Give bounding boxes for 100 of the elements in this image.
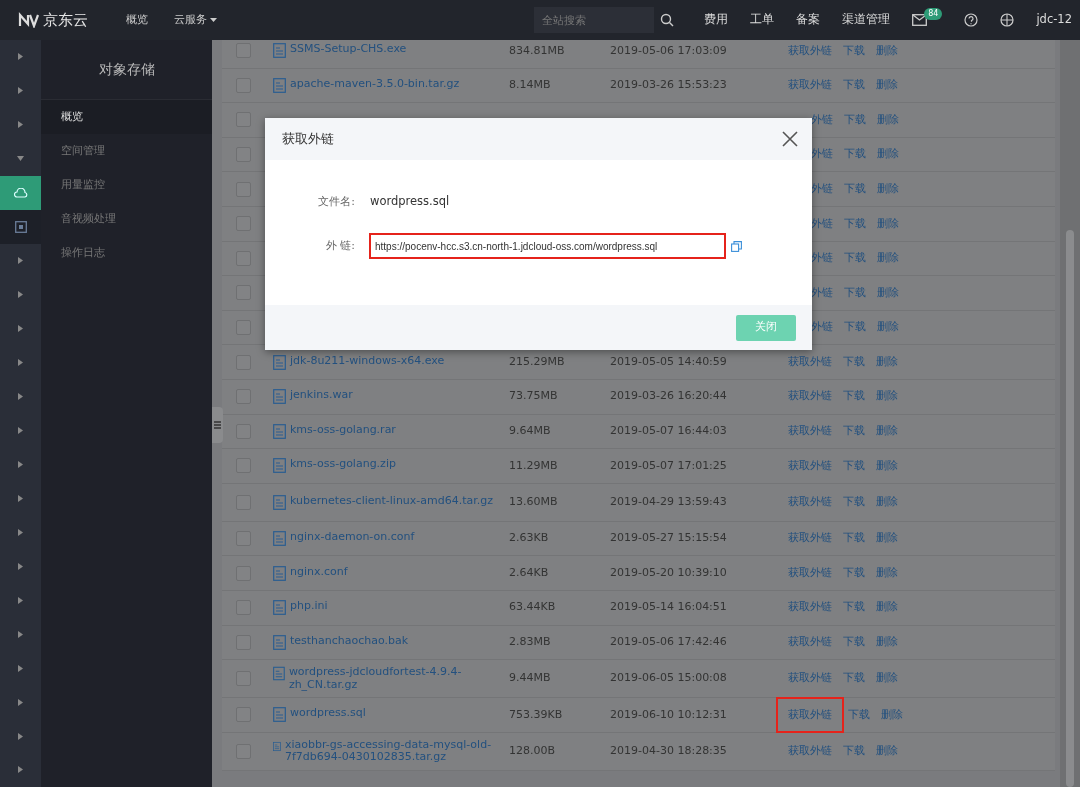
action-link[interactable]: 下载 [843,420,865,443]
action-link[interactable]: 获取外链 [788,385,832,408]
file-link[interactable]: kms-oss-golang.rar [290,423,396,437]
action-link[interactable]: 下载 [844,316,867,339]
sidebar-item[interactable]: 音视频处理 [41,202,212,236]
action-link[interactable]: 获取外链 [788,561,832,585]
chevron-right-icon[interactable] [18,528,23,536]
nav-rail-item[interactable] [0,175,41,210]
action-link[interactable]: 删除 [877,143,900,166]
chevron-right-icon[interactable] [18,87,23,95]
nav-link[interactable]: 概览 [126,11,148,29]
chevron-down-icon[interactable] [17,156,24,162]
action-link[interactable]: 删除 [876,667,898,690]
action-link[interactable]: 删除 [876,527,898,550]
search-button[interactable] [660,13,675,27]
action-link[interactable]: 获取外链 [788,739,832,763]
close-button[interactable]: 关闭 [736,314,796,341]
chevron-right-icon[interactable] [18,596,23,604]
action-link[interactable]: 删除 [881,703,903,727]
action-link[interactable]: 删除 [876,385,898,408]
action-link[interactable]: 下载 [843,561,865,585]
file-link[interactable]: jenkins.war [290,389,353,402]
action-link[interactable]: 删除 [876,420,898,443]
action-link[interactable]: 下载 [844,177,867,201]
chevron-right-icon[interactable] [18,53,23,61]
file-link[interactable]: php.ini [290,600,328,613]
nav-link[interactable]: 云服务 [174,11,219,29]
chevron-right-icon[interactable] [18,460,23,468]
chevron-right-icon[interactable] [18,121,23,129]
chevron-right-icon[interactable] [18,630,23,638]
action-link[interactable]: 删除 [876,74,898,97]
file-link[interactable]: testhanchaochao.bak [290,634,409,648]
chevron-right-icon[interactable] [18,325,23,333]
action-link[interactable]: 获取外链 [788,454,832,478]
url-field[interactable]: https://pocenv-hcc.s3.cn-north-1.jdcloud-oss.com/wordpress.sql [370,234,725,258]
action-link[interactable]: 获取外链 [788,596,832,619]
action-link[interactable]: 下载 [843,596,865,619]
action-link[interactable]: 获取外链 [788,490,832,514]
chevron-right-icon[interactable] [18,766,23,774]
chevron-right-icon[interactable] [18,291,23,299]
nav-link[interactable]: 费用 [704,11,729,29]
action-link[interactable]: 删除 [876,561,898,585]
action-link[interactable]: 获取外链 [788,350,832,374]
nav-link[interactable]: 备案 [796,11,821,29]
file-link[interactable]: jdk-8u211-windows-x64.exe [290,354,445,368]
help-button[interactable] [964,13,979,27]
action-link[interactable]: 获取外链 [788,420,832,443]
action-link[interactable]: 删除 [876,490,898,514]
action-link[interactable]: 删除 [877,247,900,270]
file-link[interactable]: kms-oss-golang.zip [290,458,396,472]
language-button[interactable] [1000,13,1015,27]
chevron-right-icon[interactable] [18,562,23,570]
nav-link[interactable]: 渠道管理 [842,11,891,29]
action-link[interactable]: 下载 [843,667,865,690]
file-link[interactable]: SSMS-Setup-CHS.exe [290,43,407,56]
chevron-right-icon[interactable] [18,359,23,367]
file-link[interactable]: nginx.conf [290,565,348,579]
sidebar-item[interactable]: 用量监控 [41,168,212,202]
action-link[interactable]: 删除 [877,177,900,201]
action-link[interactable]: 下载 [844,212,867,235]
mail-button[interactable] [912,14,928,26]
action-link[interactable]: 删除 [876,454,898,478]
action-link[interactable]: 删除 [877,281,900,305]
chevron-right-icon[interactable] [18,664,23,672]
action-link[interactable]: 下载 [843,40,865,63]
action-link[interactable]: 删除 [877,212,900,235]
chevron-right-icon[interactable] [18,426,23,434]
user-menu[interactable]: jdc-12 [1036,11,1072,29]
file-link[interactable]: wordpress-jdcloudfortest-4.9.4-zh_CN.tar.gz [288,665,509,692]
action-link[interactable]: 下载 [843,490,865,514]
action-link[interactable]: 删除 [876,631,898,654]
copy-button[interactable] [731,240,742,252]
sidebar-item[interactable]: 概览 [41,100,212,134]
action-link[interactable]: 下载 [844,247,867,270]
action-link[interactable]: 下载 [843,350,865,374]
action-link[interactable]: 获取外链 [788,74,832,97]
action-link[interactable]: 删除 [876,739,898,763]
action-link[interactable]: 删除 [876,350,898,374]
file-link[interactable]: xiaobbr-gs-accessing-data-mysql-old-7f7db694-0430102835.tar.gz [284,738,509,764]
action-link[interactable]: 删除 [877,316,900,339]
file-link[interactable]: nginx-daemon-on.conf [290,531,415,544]
search-field[interactable]: 全站搜索 [534,7,655,33]
action-link[interactable]: 下载 [844,108,867,132]
nav-link[interactable]: 工单 [750,11,775,29]
action-link[interactable]: 删除 [877,108,900,132]
sidebar-item[interactable]: 空间管理 [41,134,212,168]
action-link[interactable]: 下载 [844,281,867,305]
action-link[interactable]: 下载 [843,385,865,408]
action-link[interactable]: 删除 [876,40,898,63]
collapse-handle[interactable] [212,407,223,443]
action-link[interactable]: 下载 [843,454,865,478]
chevron-right-icon[interactable] [18,393,23,400]
action-link[interactable]: 获取外链 [788,631,832,654]
nav-rail-item[interactable] [0,209,41,244]
file-link[interactable]: wordpress.sql [290,707,366,721]
scrollbar-thumb[interactable] [1066,230,1074,787]
action-link[interactable]: 下载 [843,527,865,550]
chevron-right-icon[interactable] [18,257,23,265]
file-link[interactable]: apache-maven-3.5.0-bin.tar.gz [290,77,460,91]
action-link[interactable]: 下载 [844,143,867,166]
